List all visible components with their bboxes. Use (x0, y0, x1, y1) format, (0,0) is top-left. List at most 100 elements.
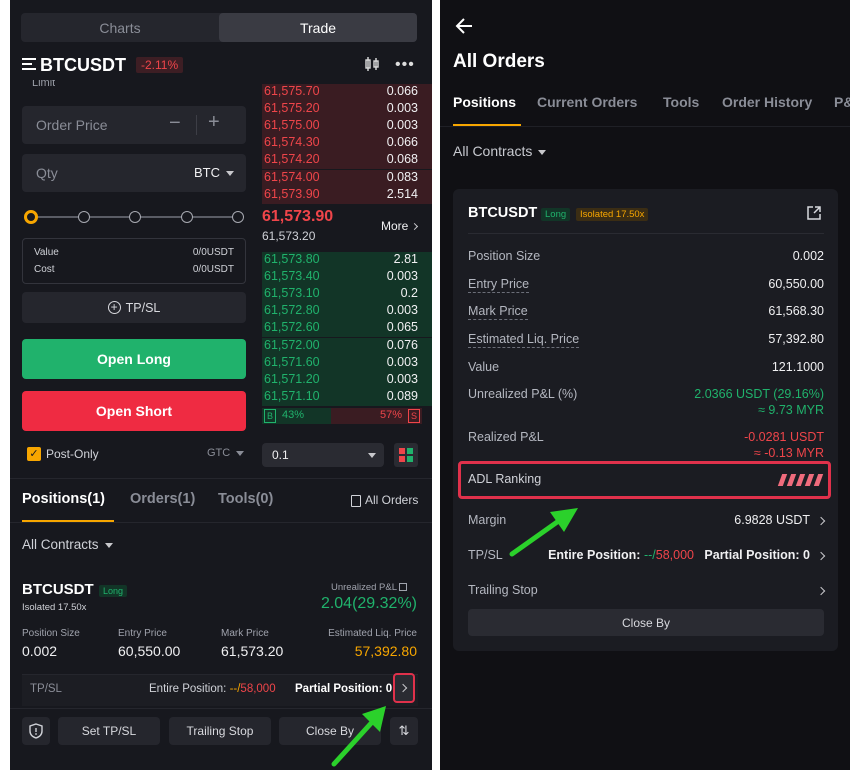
ask-row[interactable]: 61,574.00 0.083 (262, 169, 432, 187)
bid-price: 61,571.60 (264, 354, 320, 369)
bid-row[interactable]: 61,571.20 0.003 (262, 371, 432, 389)
unrealized-pnl-label: Unrealized P&L (331, 582, 408, 593)
share-icon[interactable] (806, 205, 822, 221)
shield-icon[interactable] (22, 717, 50, 745)
tab-tools[interactable]: Tools (663, 94, 699, 110)
tab-orders[interactable]: Orders(1) (130, 491, 195, 507)
bid-qty: 0.003 (386, 354, 418, 369)
rpnl-values: -0.0281 USDT ≈ -0.13 MYR (744, 429, 824, 461)
divider (468, 233, 824, 234)
divider (10, 478, 432, 479)
rpnl-usdt: -0.0281 USDT (744, 430, 824, 444)
bid-price: 61,571.10 (264, 388, 320, 403)
position-size-value: 0.002 (22, 643, 58, 659)
rpnl-label: Realized P&L (468, 430, 544, 444)
upnl-myr: ≈ 9.73 MYR (758, 403, 824, 417)
all-orders-screen: All Orders Positions Current Orders Tools O… (440, 0, 850, 770)
tpsl-row-label: TP/SL (30, 683, 62, 695)
tab-charts[interactable]: Charts (21, 13, 219, 42)
order-type-label[interactable]: Limit (32, 80, 55, 89)
bid-row[interactable]: 61,572.80 0.003 (262, 303, 432, 321)
plus-icon[interactable]: + (208, 111, 220, 134)
post-only-checkbox[interactable]: ✓ (27, 447, 41, 461)
open-short-button[interactable]: Open Short (22, 391, 246, 431)
chevron-right-icon (816, 551, 826, 560)
trade-screen: Charts Trade BTCUSDT -2.11% ••• Limit Or… (10, 0, 432, 770)
value-amount: 0/0USDT (192, 247, 234, 258)
tab-positions[interactable]: Positions(1) (22, 491, 105, 507)
symbol-title[interactable]: BTCUSDT (40, 55, 126, 76)
mark-price: 61,573.20 (262, 229, 316, 243)
candlestick-icon[interactable] (364, 56, 380, 72)
chevron-right-icon (398, 683, 407, 693)
minus-icon[interactable]: − (169, 112, 181, 135)
entire-sl: 58,000 (655, 548, 694, 562)
bid-row[interactable]: 61,572.60 0.065 (262, 320, 432, 338)
detail-label: Mark Price (468, 304, 528, 321)
open-long-button[interactable]: Open Long (22, 339, 246, 379)
buy-sell-ratio-bar: B 43% 57% S (262, 408, 422, 424)
all-contracts-label: All Contracts (22, 537, 99, 552)
trailing-stop-button[interactable]: Trailing Stop (169, 717, 271, 745)
divider (10, 522, 432, 523)
all-contracts-filter[interactable]: All Contracts (453, 143, 547, 159)
ask-row[interactable]: 61,574.30 0.066 (262, 135, 432, 153)
bid-qty: 0.089 (386, 388, 418, 403)
tpsl-detail-button[interactable] (393, 673, 415, 703)
annotation-arrow-icon (331, 706, 386, 767)
qty-input[interactable]: Qty BTC (22, 154, 246, 192)
document-icon (351, 494, 361, 507)
leverage-slider[interactable] (24, 207, 246, 227)
all-contracts-filter[interactable]: All Contracts (22, 537, 113, 552)
back-arrow-icon[interactable] (454, 16, 474, 36)
ask-row[interactable]: 61,575.00 0.003 (262, 118, 432, 136)
more-options-icon[interactable]: ••• (395, 56, 415, 74)
bid-row[interactable]: 61,571.60 0.003 (262, 354, 432, 372)
ask-row[interactable]: 61,574.20 0.068 (262, 152, 432, 170)
tab-p[interactable]: P& (834, 94, 850, 110)
menu-icon[interactable] (22, 58, 36, 70)
add-circle-icon: + (107, 301, 121, 314)
divider (440, 126, 850, 127)
set-tpsl-button[interactable]: Set TP/SL (58, 717, 160, 745)
tpsl-toggle-button[interactable]: + TP/SL (22, 292, 246, 323)
detail-row: Entry Price 60,550.00 (468, 276, 824, 293)
last-price: 61,573.90 (262, 208, 334, 225)
trailing-stop-row[interactable]: Trailing Stop (468, 582, 826, 598)
depth-precision-select[interactable]: 0.1 (262, 443, 384, 467)
chevron-right-icon (816, 586, 826, 595)
bid-row[interactable]: 61,573.80 2.81 (262, 252, 432, 269)
share-icon[interactable] (399, 583, 408, 592)
ask-row[interactable]: 61,573.90 2.514 (262, 186, 432, 204)
bid-row[interactable]: 61,572.00 0.076 (262, 337, 432, 355)
detail-row: Mark Price 61,568.30 (468, 303, 824, 321)
value-cost-box: Value 0/0USDT Cost 0/0USDT (22, 238, 246, 284)
tab-positions[interactable]: Positions (453, 94, 516, 110)
qty-unit-select[interactable]: BTC (194, 165, 234, 180)
tab-tools[interactable]: Tools(0) (218, 491, 273, 507)
ask-row[interactable]: 61,575.20 0.003 (262, 101, 432, 119)
ask-row[interactable]: 61,575.70 0.066 (262, 84, 432, 101)
value-label: Value (34, 247, 59, 258)
all-orders-link[interactable]: All Orders (351, 493, 418, 507)
detail-value: 61,568.30 (768, 304, 824, 319)
bid-row[interactable]: 61,571.10 0.089 (262, 388, 432, 406)
order-book-layout-icon[interactable] (394, 443, 418, 467)
tab-order-history[interactable]: Order History (722, 94, 812, 110)
more-depth-link[interactable]: More (381, 219, 419, 233)
close-by-button[interactable]: Close By (468, 609, 824, 636)
tab-current-orders[interactable]: Current Orders (537, 94, 637, 110)
adl-bar (813, 474, 824, 486)
chevron-down-icon (538, 149, 547, 155)
time-in-force-select[interactable]: GTC (207, 447, 245, 459)
bid-row[interactable]: 61,573.10 0.2 (262, 286, 432, 304)
bid-qty: 0.2 (400, 286, 418, 301)
all-contracts-label: All Contracts (453, 143, 533, 159)
ask-qty: 0.083 (386, 169, 418, 184)
adl-bar (777, 474, 788, 486)
bid-row[interactable]: 61,573.40 0.003 (262, 269, 432, 287)
tab-trade[interactable]: Trade (219, 13, 417, 42)
slider-handle[interactable] (24, 210, 38, 224)
depth-value: 0.1 (272, 448, 289, 462)
order-price-input[interactable]: Order Price − + (22, 106, 246, 144)
